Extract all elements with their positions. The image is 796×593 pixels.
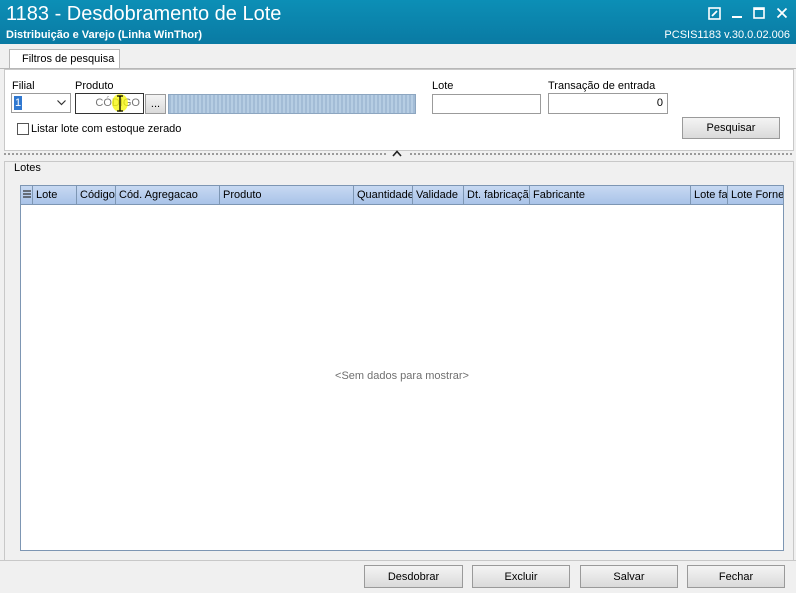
window-subtitle: Distribuição e Varejo (Linha WinThor): [6, 29, 203, 41]
lotes-group-label: Lotes: [12, 162, 43, 174]
column-header-lote-fornecedor[interactable]: Lote Forne: [728, 186, 783, 204]
produto-description-field: [168, 94, 416, 114]
pesquisar-button[interactable]: Pesquisar: [682, 117, 780, 139]
chevron-down-icon[interactable]: [57, 100, 66, 106]
filial-select[interactable]: 1: [11, 93, 71, 113]
produto-lookup-button[interactable]: ...: [145, 94, 166, 114]
minimize-button[interactable]: [727, 4, 747, 22]
salvar-button[interactable]: Salvar: [580, 565, 678, 588]
produto-label: Produto: [75, 80, 114, 92]
column-chooser-icon[interactable]: [21, 186, 33, 204]
transacao-input[interactable]: 0: [548, 93, 668, 114]
column-header-lote[interactable]: Lote: [33, 186, 77, 204]
tab-strip: Filtros de pesquisa: [0, 44, 796, 69]
panel-splitter[interactable]: [0, 150, 796, 158]
column-header-lote-fabricante[interactable]: Lote fa: [691, 186, 728, 204]
produto-code-input[interactable]: CÓDIGO: [75, 93, 144, 114]
estoque-zerado-checkbox[interactable]: [17, 123, 29, 135]
chevron-up-icon[interactable]: [392, 150, 402, 157]
fechar-button[interactable]: Fechar: [687, 565, 785, 588]
lotes-grid[interactable]: Lote Código Cód. Agregacao Produto Quant…: [20, 185, 784, 551]
desdobrar-button-label: Desdobrar: [387, 570, 440, 583]
desdobrar-button[interactable]: Desdobrar: [364, 565, 463, 588]
column-header-dt-fabricacao[interactable]: Dt. fabricação: [464, 186, 530, 204]
maximize-button[interactable]: [749, 4, 769, 22]
edit-icon[interactable]: [704, 4, 724, 22]
lote-input[interactable]: [432, 94, 541, 114]
fechar-button-label: Fechar: [718, 570, 754, 583]
title-bar: 1183 - Desdobramento de Lote Distribuiçã…: [0, 0, 796, 44]
column-header-quantidade[interactable]: Quantidade: [354, 186, 413, 204]
transacao-label: Transação de entrada: [548, 80, 656, 92]
estoque-zerado-label: Listar lote com estoque zerado: [31, 123, 182, 135]
column-header-fabricante[interactable]: Fabricante: [530, 186, 691, 204]
excluir-button[interactable]: Excluir: [472, 565, 570, 588]
grid-empty-message: <Sem dados para mostrar>: [335, 370, 469, 382]
grid-header: Lote Código Cód. Agregacao Produto Quant…: [21, 186, 783, 205]
column-header-cod-agregacao[interactable]: Cód. Agregacao: [116, 186, 220, 204]
version-label: PCSIS1183 v.30.0.02.006: [664, 29, 790, 41]
column-header-codigo[interactable]: Código: [77, 186, 116, 204]
filial-value: 1: [14, 96, 23, 110]
column-header-validade[interactable]: Validade: [413, 186, 464, 204]
tab-filtros-de-pesquisa[interactable]: Filtros de pesquisa: [9, 49, 121, 68]
pesquisar-button-label: Pesquisar: [706, 122, 756, 134]
column-header-produto[interactable]: Produto: [220, 186, 354, 204]
close-button[interactable]: [772, 4, 792, 22]
excluir-button-label: Excluir: [504, 570, 538, 583]
filial-label: Filial: [12, 80, 35, 92]
lote-label: Lote: [432, 80, 454, 92]
window-title: 1183 - Desdobramento de Lote: [6, 3, 282, 25]
text-cursor-icon: [117, 95, 123, 112]
salvar-button-label: Salvar: [613, 570, 645, 583]
bottom-toolbar: Desdobrar Excluir Salvar Fechar: [0, 560, 796, 593]
transacao-value: 0: [656, 97, 663, 109]
